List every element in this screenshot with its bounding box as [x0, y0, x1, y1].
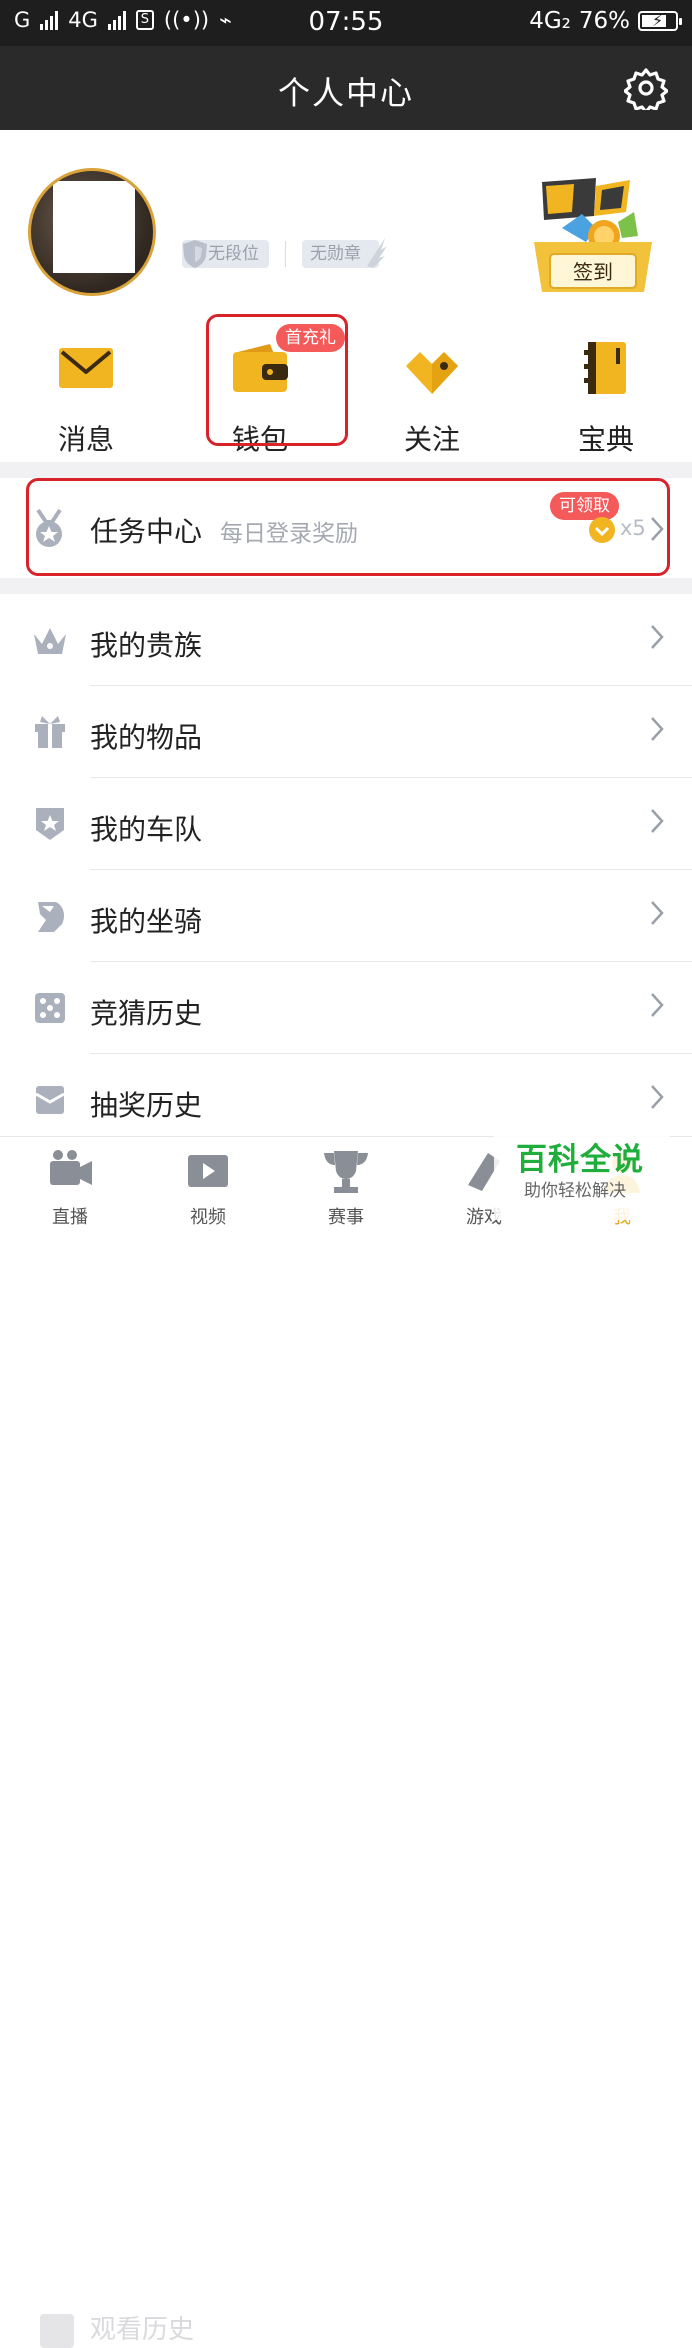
- section-separator: [0, 578, 692, 594]
- battery-icon: ⚡: [638, 11, 682, 31]
- battery-percent: 76%: [578, 8, 630, 34]
- quick-item-label: 消息: [57, 423, 114, 456]
- menu-item-label: 观看历史: [90, 2315, 195, 2345]
- trophy-icon: [324, 1151, 368, 1193]
- rank-shield-icon: [183, 240, 207, 268]
- avatar-mask: [53, 181, 135, 273]
- avatar[interactable]: [28, 168, 156, 296]
- status-right: 4G₂ 76% ⚡: [529, 8, 682, 34]
- gear-icon[interactable]: [624, 66, 668, 110]
- network-right-label: 4G₂: [529, 8, 571, 34]
- quick-item-label: 宝典: [577, 423, 634, 456]
- menu-item-nobility[interactable]: 我的贵族: [0, 594, 692, 686]
- quick-item-guide[interactable]: 宝典: [546, 320, 666, 458]
- medal-badge-label: 无勋章: [310, 244, 361, 264]
- quick-item-messages[interactable]: 消息: [26, 320, 146, 458]
- chevron-right-icon: [651, 993, 664, 1017]
- watermark-subtitle: 助你轻松解决: [524, 1181, 626, 1201]
- tab-video[interactable]: 视频: [158, 1145, 258, 1229]
- watermark-title: 百科全说: [516, 1142, 644, 1178]
- shield-star-icon: [36, 808, 64, 840]
- dice-icon: [35, 993, 65, 1023]
- tab-label: 视频: [190, 1207, 226, 1228]
- quick-actions: 消息 钱包 关注 宝典 首充礼: [0, 314, 692, 460]
- badge-divider: [285, 241, 286, 267]
- menu-item-label: 抽奖历史: [90, 1089, 203, 1122]
- menu-item-label: 我的物品: [90, 721, 203, 754]
- menu-item-label: 我的车队: [90, 813, 203, 846]
- menu-item-label: 我的坐骑: [90, 905, 203, 938]
- wing-icon: [367, 238, 387, 268]
- tab-live[interactable]: 直播: [20, 1145, 120, 1229]
- chevron-right-icon: [651, 809, 664, 833]
- tab-label: 直播: [52, 1207, 88, 1228]
- wallet-tag: 首充礼: [276, 324, 345, 352]
- history-icon: [40, 2313, 74, 2348]
- gift-box-icon: [35, 716, 65, 748]
- chevron-right-icon: [651, 717, 664, 741]
- app-header: 个人中心: [0, 46, 692, 130]
- quick-item-follow[interactable]: 关注: [372, 320, 492, 458]
- camera-icon: [50, 1150, 92, 1185]
- rank-badge[interactable]: 无段位: [182, 240, 269, 268]
- menu-item-label: 我的贵族: [90, 629, 203, 662]
- video-icon: [188, 1155, 228, 1187]
- task-highlight-box: [26, 478, 670, 576]
- crown-icon: [34, 628, 66, 654]
- section-separator: [0, 462, 692, 478]
- envelope-icon: [59, 348, 113, 388]
- menu-item-guess-history[interactable]: 竞猜历史: [0, 962, 692, 1054]
- profile-badges: 无段位 无勋章: [182, 238, 387, 268]
- lottery-box-icon: [35, 1086, 65, 1114]
- chevron-right-icon: [651, 901, 664, 925]
- menu-item-mount[interactable]: 我的坐骑: [0, 870, 692, 962]
- status-bar: G 4G S ((•)) ⌁ 07:55 4G₂ 76% ⚡: [0, 0, 692, 46]
- chevron-right-icon: [651, 625, 664, 649]
- tab-events[interactable]: 赛事: [296, 1145, 396, 1229]
- menu-item-items[interactable]: 我的物品: [0, 686, 692, 778]
- rank-badge-label: 无段位: [208, 244, 259, 264]
- chevron-right-icon: [651, 1085, 664, 1109]
- book-icon: [584, 342, 626, 394]
- watermark: 百科全说 助你轻松解决: [494, 1130, 670, 1220]
- quick-item-label: 关注: [403, 423, 460, 456]
- horse-icon: [38, 902, 64, 932]
- medal-badge[interactable]: 无勋章: [302, 238, 387, 268]
- menu-item-team[interactable]: 我的车队: [0, 778, 692, 870]
- tab-label: 赛事: [328, 1207, 364, 1228]
- heart-icon: [406, 352, 458, 394]
- menu-item-watch-history[interactable]: 观看历史: [40, 2309, 194, 2348]
- menu-item-label: 竞猜历史: [90, 997, 203, 1030]
- signin-label[interactable]: 签到: [550, 255, 636, 289]
- page-title: 个人中心: [277, 74, 414, 112]
